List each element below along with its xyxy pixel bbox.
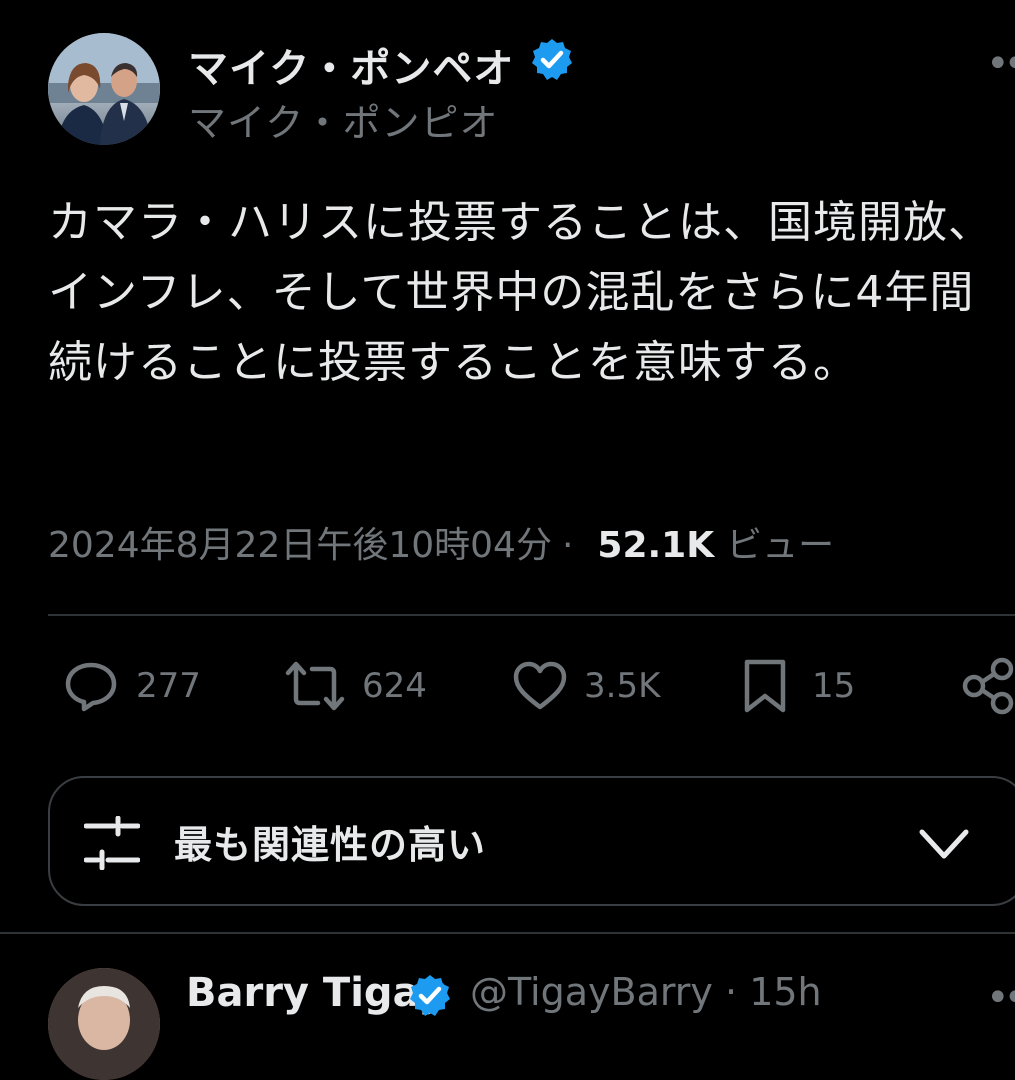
author-avatar[interactable] [48,33,160,145]
divider [48,614,1015,616]
share-button[interactable] [960,656,1014,716]
tweet-meta: 2024年8月22日午後10時04分 · 52.1K ビュー [48,516,834,568]
reply-button[interactable]: 277 [62,656,201,716]
views-label: ビュー [726,525,835,566]
reply-author-avatar[interactable] [48,968,160,1080]
reply-separator: · [725,970,738,1014]
more-dots-icon[interactable]: •• [986,978,1015,1018]
sort-label: 最も関連性の高い [174,823,487,867]
reply-avatar-photo [48,968,160,1080]
bookmark-count: 15 [812,666,856,706]
meta-separator: · [561,525,574,566]
reply-icon [62,657,120,715]
like-button[interactable]: 3.5K [512,656,660,716]
avatar-photo [48,33,160,145]
reply-count: 277 [136,666,201,706]
author-display-name[interactable]: マイク・ポンペオ [188,36,514,94]
retweet-icon [284,657,346,715]
divider [0,932,1015,934]
author-handle[interactable]: マイク・ポンピオ [188,92,498,147]
views-count: 52.1K [597,525,715,566]
share-icon [960,657,1014,715]
reply-time: 15h [749,970,822,1014]
reply-author-handle[interactable]: @TigayBarry · 15h [470,970,822,1014]
heart-icon [512,659,568,713]
retweet-count: 624 [362,666,427,706]
like-count: 3.5K [584,666,661,706]
retweet-button[interactable]: 624 [284,656,427,716]
bookmark-button[interactable]: 15 [742,656,855,716]
verified-badge-icon [528,36,576,84]
tweet-text: カマラ・ハリスに投票することは、国境開放、インフレ、そして世界中の混乱をさらに4… [48,197,993,388]
verified-badge-icon [406,972,454,1020]
chevron-down-icon[interactable] [918,826,970,866]
more-dots-icon[interactable]: •• [986,44,1015,84]
reply-handle-text: @TigayBarry [470,970,713,1014]
bookmark-icon [742,657,788,715]
filter-sliders-icon [83,815,141,874]
tweet-timestamp[interactable]: 2024年8月22日午後10時04分 [48,516,552,568]
